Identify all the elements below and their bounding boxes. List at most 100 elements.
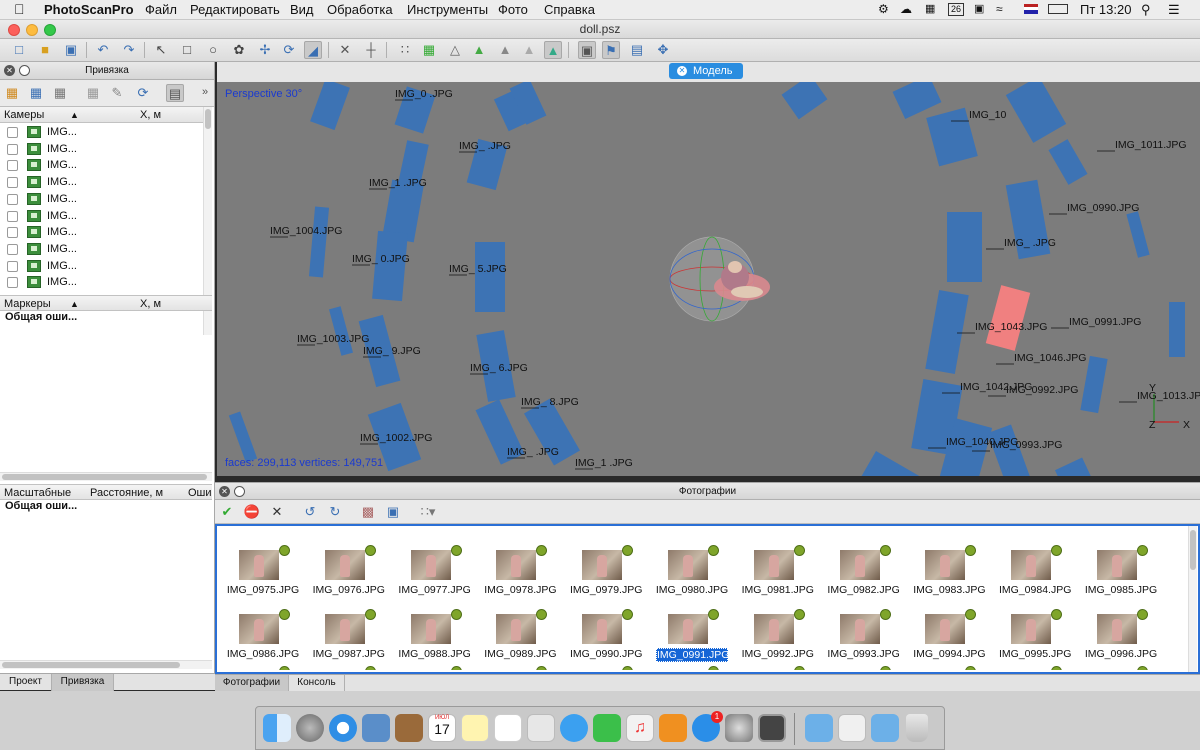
camera-plane[interactable] — [1054, 457, 1100, 476]
camera-label[interactable]: IMG_1 .JPG — [575, 457, 633, 469]
close-tab-icon[interactable]: ✕ — [677, 66, 687, 76]
reset-view-icon[interactable]: ✥ — [654, 41, 672, 59]
photo-thumbnail[interactable]: IMG_0989.JPG — [480, 598, 560, 660]
camera-plane[interactable] — [308, 206, 330, 278]
selected-camera-plane[interactable] — [985, 285, 1031, 351]
camera-row[interactable]: IMG... — [0, 174, 204, 190]
menu-workflow[interactable]: Обработка — [327, 2, 393, 17]
itunes-icon[interactable]: ♫ — [626, 714, 654, 742]
camera-row[interactable]: IMG... — [0, 224, 204, 240]
open-folder-icon[interactable]: ■ — [36, 41, 54, 59]
sort-arrow-icon[interactable]: ▲ — [70, 107, 79, 123]
camera-row[interactable]: IMG... — [0, 157, 204, 173]
camera-label[interactable]: IMG_1003.JPG — [297, 333, 369, 345]
camera-row[interactable]: IMG... — [0, 191, 204, 207]
wifi-icon[interactable]: ≈ — [996, 2, 1003, 16]
camera-label[interactable]: IMG_1011.JPG — [1115, 139, 1187, 151]
sync-icon[interactable]: ▦ — [925, 2, 935, 15]
show-markers-icon[interactable]: ⚑ — [602, 41, 620, 59]
camera-enabled-checkbox[interactable] — [7, 143, 18, 155]
tab-photos[interactable]: Фотографии — [215, 675, 289, 692]
camera-row[interactable]: IMG... — [0, 258, 204, 274]
launchpad-icon[interactable] — [296, 714, 324, 742]
undo-icon[interactable]: ↶ — [94, 41, 112, 59]
markers-column[interactable]: Маркеры — [4, 296, 51, 312]
markers-hscrollbar[interactable] — [0, 472, 212, 481]
camera-label[interactable]: IMG_ .JPG — [507, 446, 559, 458]
calibrate-icon[interactable]: ✎ — [108, 84, 126, 102]
apple-icon[interactable]:  — [14, 1, 25, 17]
menu-tools[interactable]: Инструменты — [407, 2, 488, 17]
camera-enabled-checkbox[interactable] — [7, 243, 18, 255]
circle-select-icon[interactable]: ○ — [204, 41, 222, 59]
camera-plane[interactable] — [892, 82, 942, 120]
update-icon[interactable]: ⟳ — [134, 84, 152, 102]
battery-icon[interactable] — [1048, 4, 1068, 14]
messages-icon[interactable] — [560, 714, 588, 742]
notes-icon[interactable] — [461, 714, 489, 742]
show-cameras-icon[interactable]: ▣ — [578, 41, 596, 59]
settings-icon[interactable]: ▤ — [166, 84, 184, 102]
save-icon[interactable]: ▣ — [62, 41, 80, 59]
photo-thumbnail[interactable]: IMG_0979.JPG — [566, 534, 646, 596]
spotlight-icon[interactable]: ⚲ — [1141, 2, 1151, 18]
camera-enabled-checkbox[interactable] — [7, 227, 18, 239]
photo-thumbnail[interactable]: IMG_0980.JPG — [652, 534, 732, 596]
photo-thumbnail[interactable]: IMG_0987.JPG — [309, 598, 389, 660]
import-icon[interactable]: ▦ — [3, 84, 21, 102]
error-column[interactable]: Оши — [188, 485, 212, 501]
camera-plane[interactable] — [1169, 302, 1185, 357]
camera-label[interactable]: IMG_0992.JPG — [1006, 384, 1078, 396]
camera-row[interactable]: IMG... — [0, 274, 204, 290]
x-column[interactable]: X, м — [140, 107, 161, 123]
redo-icon[interactable]: ↷ — [120, 41, 138, 59]
navigation-pointer-icon[interactable]: ↖ — [152, 41, 170, 59]
camera-plane[interactable] — [328, 306, 354, 356]
trash-icon[interactable] — [906, 714, 928, 742]
disable-cameras-icon[interactable]: ⛔ — [243, 503, 261, 521]
photo-thumbnail[interactable]: IMG_0982.JPG — [824, 534, 904, 596]
photo-thumbnail[interactable]: IMG_0996.JPG — [1081, 598, 1161, 660]
show-model-icon[interactable]: ▲ — [544, 41, 562, 59]
camera-label[interactable]: IMG_1046.JPG — [1014, 352, 1086, 364]
safari-icon[interactable] — [329, 714, 357, 742]
system-preferences-icon[interactable] — [725, 714, 753, 742]
show-region-icon[interactable]: ▤ — [628, 41, 646, 59]
reminders-icon[interactable] — [494, 714, 522, 742]
rotate-left-icon[interactable]: ↺ — [301, 503, 319, 521]
camera-plane[interactable] — [1080, 355, 1108, 414]
camera-plane[interactable] — [925, 290, 969, 374]
camera-enabled-checkbox[interactable] — [7, 193, 18, 205]
photo-thumbnail[interactable]: IMG_0993.JPG — [824, 598, 904, 660]
shaded-icon[interactable]: ▲ — [470, 41, 488, 59]
freeform-select-icon[interactable]: ✿ — [230, 41, 248, 59]
export-icon[interactable]: ▦ — [27, 84, 45, 102]
camera-label[interactable]: IMG_ 5.JPG — [449, 263, 507, 275]
delete-selection-icon[interactable]: ✕ — [336, 41, 354, 59]
finder-icon[interactable] — [263, 714, 291, 742]
menu-photo[interactable]: Фото — [498, 2, 528, 17]
rotate-right-icon[interactable]: ↻ — [326, 503, 344, 521]
applications-folder-icon[interactable] — [805, 714, 833, 742]
documents-stack-icon[interactable] — [838, 714, 866, 742]
camera-label[interactable]: IMG_ 9.JPG — [363, 345, 421, 357]
tab-model[interactable]: ✕ Модель — [669, 63, 743, 79]
camera-plane[interactable] — [1126, 211, 1150, 258]
reset-filter-icon[interactable]: ▣ — [384, 503, 402, 521]
display-icon[interactable]: ▣ — [974, 2, 984, 15]
clock[interactable]: Пт 13:20 — [1080, 2, 1131, 17]
calendar-icon[interactable]: ИЮЛ 17 — [428, 714, 456, 742]
camera-plane[interactable] — [228, 411, 258, 463]
notifications-icon[interactable]: ☰ — [1168, 2, 1180, 18]
cameras-column[interactable]: Камеры — [4, 107, 44, 123]
remove-cameras-icon[interactable]: ✕ — [268, 503, 286, 521]
enable-cameras-icon[interactable]: ✔ — [218, 503, 236, 521]
menu-edit[interactable]: Редактировать — [190, 2, 280, 17]
camera-enabled-checkbox[interactable] — [7, 260, 18, 272]
camera-enabled-checkbox[interactable] — [7, 277, 18, 289]
model-viewport[interactable]: IMG_0 .JPG IMG_1 .JPG IMG_ .JPG IMG_1004.JP… — [217, 82, 1200, 476]
status-icon[interactable]: ⚙ — [878, 2, 889, 16]
distance-column[interactable]: Расстояние, м — [90, 485, 163, 501]
photo-thumbnail[interactable]: IMG_0978.JPG — [480, 534, 560, 596]
camera-plane[interactable] — [846, 451, 928, 476]
